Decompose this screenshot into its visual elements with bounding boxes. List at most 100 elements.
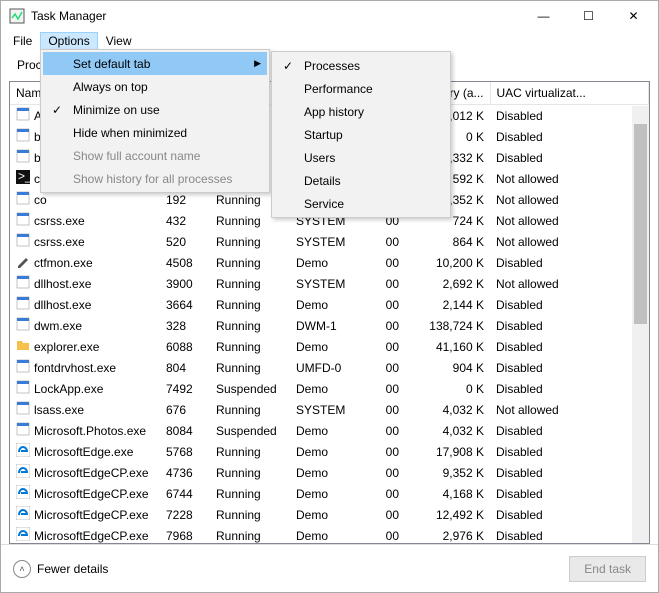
table-row[interactable]: explorer.exe 6088 Running Demo 00 41,160…: [10, 336, 649, 357]
fewer-details-button[interactable]: ˄ Fewer details: [13, 560, 108, 578]
submenu-item[interactable]: Details: [274, 169, 448, 192]
table-row[interactable]: MicrosoftEdgeCP.exe 6744 Running Demo 00…: [10, 483, 649, 504]
process-memory: 17,908 K: [405, 441, 490, 462]
check-icon: ✓: [280, 59, 296, 73]
menu-item-label: Show history for all processes: [73, 172, 232, 186]
table-row[interactable]: MicrosoftEdgeCP.exe 7968 Running Demo 00…: [10, 525, 649, 544]
process-user: SYSTEM: [290, 231, 365, 252]
process-memory: 2,692 K: [405, 273, 490, 294]
column-header[interactable]: UAC virtualizat...: [490, 82, 649, 105]
process-pid: 3900: [160, 273, 210, 294]
submenu-arrow-icon: ▶: [254, 58, 261, 69]
menu-item[interactable]: ✓Minimize on use: [43, 98, 267, 121]
process-pid: 7492: [160, 378, 210, 399]
process-cpu: 00: [365, 231, 405, 252]
end-task-button[interactable]: End task: [569, 556, 646, 582]
process-uac: Disabled: [490, 315, 649, 336]
close-button[interactable]: ✕: [611, 2, 656, 31]
menu-view[interactable]: View: [98, 32, 140, 50]
process-user: SYSTEM: [290, 273, 365, 294]
process-pid: 328: [160, 315, 210, 336]
menu-file[interactable]: File: [5, 32, 40, 50]
submenu-item-label: Users: [304, 151, 335, 165]
process-icon: [16, 401, 30, 418]
process-status: Running: [210, 336, 290, 357]
process-cpu: 00: [365, 315, 405, 336]
process-icon: [16, 275, 30, 292]
menu-item[interactable]: Hide when minimized: [43, 121, 267, 144]
maximize-button[interactable]: ☐: [566, 2, 611, 31]
table-row[interactable]: LockApp.exe 7492 Suspended Demo 00 0 K D…: [10, 378, 649, 399]
process-status: Running: [210, 399, 290, 420]
submenu-item[interactable]: Startup: [274, 123, 448, 146]
table-row[interactable]: csrss.exe 520 Running SYSTEM 00 864 K No…: [10, 231, 649, 252]
table-row[interactable]: MicrosoftEdge.exe 5768 Running Demo 00 1…: [10, 441, 649, 462]
process-name: csrss.exe: [34, 235, 85, 249]
table-row[interactable]: MicrosoftEdgeCP.exe 4736 Running Demo 00…: [10, 462, 649, 483]
process-name: lsass.exe: [34, 403, 84, 417]
table-row[interactable]: lsass.exe 676 Running SYSTEM 00 4,032 K …: [10, 399, 649, 420]
process-icon: [16, 149, 30, 166]
table-row[interactable]: fontdrvhost.exe 804 Running UMFD-0 00 90…: [10, 357, 649, 378]
submenu-item[interactable]: Performance: [274, 77, 448, 100]
process-uac: Not allowed: [490, 168, 649, 189]
process-user: Demo: [290, 252, 365, 273]
table-row[interactable]: dllhost.exe 3664 Running Demo 00 2,144 K…: [10, 294, 649, 315]
process-pid: 5768: [160, 441, 210, 462]
table-row[interactable]: Microsoft.Photos.exe 8084 Suspended Demo…: [10, 420, 649, 441]
process-name: co: [34, 193, 47, 207]
process-cpu: 00: [365, 378, 405, 399]
process-user: Demo: [290, 483, 365, 504]
table-row[interactable]: dllhost.exe 3900 Running SYSTEM 00 2,692…: [10, 273, 649, 294]
process-cpu: 00: [365, 525, 405, 544]
submenu-item[interactable]: ✓Processes: [274, 54, 448, 77]
process-uac: Disabled: [490, 105, 649, 127]
menu-item: Show history for all processes: [43, 167, 267, 190]
submenu-item[interactable]: Service: [274, 192, 448, 215]
process-icon: [16, 485, 30, 502]
table-row[interactable]: ctfmon.exe 4508 Running Demo 00 10,200 K…: [10, 252, 649, 273]
submenu-item[interactable]: Users: [274, 146, 448, 169]
process-uac: Disabled: [490, 462, 649, 483]
menu-item[interactable]: Set default tab▶: [43, 52, 267, 75]
process-status: Running: [210, 462, 290, 483]
process-cpu: 00: [365, 441, 405, 462]
process-pid: 432: [160, 210, 210, 231]
process-memory: 12,492 K: [405, 504, 490, 525]
submenu-item[interactable]: App history: [274, 100, 448, 123]
vertical-scrollbar[interactable]: [632, 106, 649, 543]
minimize-button[interactable]: —: [521, 2, 566, 31]
process-pid: 6744: [160, 483, 210, 504]
table-row[interactable]: MicrosoftEdgeCP.exe 7228 Running Demo 00…: [10, 504, 649, 525]
process-user: DWM-1: [290, 315, 365, 336]
menu-item[interactable]: Always on top: [43, 75, 267, 98]
process-status: Running: [210, 525, 290, 544]
process-icon: >_: [16, 170, 30, 187]
process-status: Running: [210, 231, 290, 252]
process-uac: Disabled: [490, 525, 649, 544]
process-status: Running: [210, 357, 290, 378]
footer: ˄ Fewer details End task: [1, 544, 658, 592]
options-menu: Set default tab▶Always on top✓Minimize o…: [40, 49, 270, 193]
process-name: MicrosoftEdgeCP.exe: [34, 466, 149, 480]
menu-options[interactable]: Options: [40, 32, 97, 50]
process-memory: 41,160 K: [405, 336, 490, 357]
process-uac: Not allowed: [490, 399, 649, 420]
process-cpu: 00: [365, 294, 405, 315]
process-name: dllhost.exe: [34, 277, 91, 291]
process-icon: [16, 233, 30, 250]
submenu-item-label: Performance: [304, 82, 373, 96]
menu-item: Show full account name: [43, 144, 267, 167]
process-user: Demo: [290, 336, 365, 357]
process-cpu: 00: [365, 504, 405, 525]
process-icon: [16, 212, 30, 229]
table-row[interactable]: dwm.exe 328 Running DWM-1 00 138,724 K D…: [10, 315, 649, 336]
scrollbar-thumb[interactable]: [634, 124, 647, 324]
process-cpu: 00: [365, 357, 405, 378]
process-uac: Disabled: [490, 420, 649, 441]
process-name: LockApp.exe: [34, 382, 103, 396]
process-icon: [16, 128, 30, 145]
process-uac: Not allowed: [490, 231, 649, 252]
process-user: Demo: [290, 378, 365, 399]
process-memory: 4,032 K: [405, 420, 490, 441]
